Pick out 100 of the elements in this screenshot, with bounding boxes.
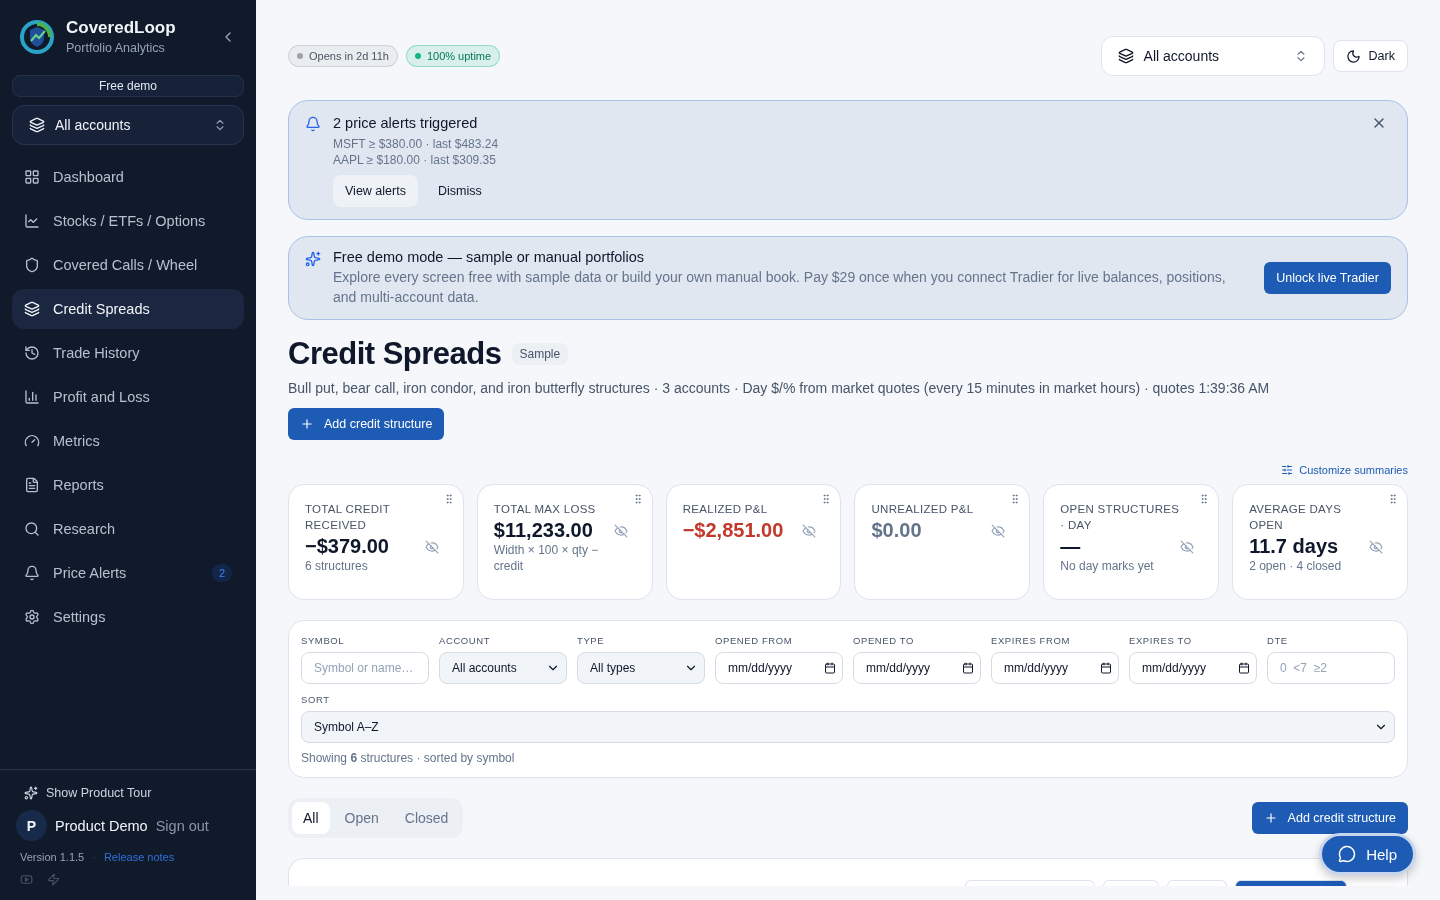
- filter-input[interactable]: 0 <7 ≥2: [1267, 652, 1395, 684]
- calendar-icon: [1100, 662, 1112, 674]
- status-tab[interactable]: Closed: [393, 802, 460, 834]
- nav-item[interactable]: Price Alerts 2: [12, 553, 244, 593]
- card-label: TOTAL MAX LOSS: [493, 502, 597, 517]
- grid-icon: [24, 169, 40, 185]
- settings-icon: [24, 609, 40, 625]
- nav-item[interactable]: Covered Calls / Wheel: [12, 245, 244, 285]
- gauge-icon: [24, 433, 40, 449]
- status-tab[interactable]: Open: [333, 802, 390, 834]
- date-field[interactable]: mm/dd/yyyy: [853, 652, 981, 684]
- bar-chart-icon: [24, 389, 40, 405]
- count-badge: 2: [211, 564, 232, 582]
- theme-button[interactable]: Dark: [1332, 40, 1408, 72]
- alert-line: MSFT ≥ $380.00 · last $483.24: [333, 137, 500, 151]
- filter-select[interactable]: All types: [577, 652, 705, 684]
- version-label: Version 1.1.5: [20, 851, 85, 863]
- product-tour-link[interactable]: Show Product Tour: [24, 786, 240, 800]
- filter-select[interactable]: All accounts: [439, 652, 567, 684]
- partial-control[interactable]: [1103, 880, 1159, 886]
- search-icon: [24, 521, 40, 537]
- help-button[interactable]: Help: [1319, 833, 1416, 875]
- document-icon: [24, 477, 40, 493]
- chat-bubble-icon: [1338, 845, 1357, 863]
- nav-item[interactable]: Profit and Loss: [12, 377, 244, 417]
- brand-tagline: Portfolio Analytics: [66, 41, 166, 55]
- nav-item[interactable]: Dashboard: [12, 157, 244, 197]
- card-note: No day marks yet: [1060, 558, 1155, 574]
- status-pill: Opens in 2d 11h: [288, 45, 398, 67]
- card-note: 2 open · 4 closed: [1249, 558, 1343, 574]
- partial-control[interactable]: [1167, 880, 1227, 886]
- nav-item[interactable]: Metrics: [12, 421, 244, 461]
- filter-input[interactable]: Symbol or name…: [301, 652, 429, 684]
- hide-icon[interactable]: [802, 523, 817, 538]
- sign-out-link[interactable]: Sign out: [155, 817, 209, 834]
- account-picker[interactable]: All accounts: [12, 105, 244, 145]
- sort-select[interactable]: Symbol A–Z: [301, 711, 1395, 743]
- filter-label: SYMBOL: [301, 635, 346, 646]
- layers-icon: [1117, 48, 1134, 64]
- video-icon[interactable]: [20, 873, 33, 886]
- drag-handle-icon[interactable]: [1387, 493, 1399, 505]
- hide-icon[interactable]: [613, 523, 628, 538]
- page-subtitle: Bull put, bear call, iron condor, and iron butterfly structures · 3 accounts · Day $/% from market quotes (every 15 minutes in market hours) · quotes 1:39:36 AM: [288, 380, 1271, 396]
- nav-item[interactable]: Reports: [12, 465, 244, 505]
- unlock-button[interactable]: Unlock live Tradier: [1264, 262, 1391, 294]
- date-field[interactable]: mm/dd/yyyy: [715, 652, 843, 684]
- partial-control[interactable]: [965, 880, 1095, 886]
- result-summary: Showing 6 structures · sorted by symbol: [301, 751, 516, 765]
- hide-icon[interactable]: [1180, 539, 1195, 554]
- sparkle-icon: [24, 786, 38, 800]
- bolt-icon[interactable]: [47, 873, 60, 886]
- card-label: AVERAGE DAYS OPEN: [1249, 502, 1343, 533]
- alert-title: 2 price alerts triggered: [333, 115, 479, 131]
- nav-item[interactable]: Credit Spreads: [12, 289, 244, 329]
- card-value: 11.7 days: [1249, 535, 1339, 558]
- filter-label: EXPIRES FROM: [991, 635, 1071, 646]
- add-structure-button[interactable]: Add credit structure: [288, 408, 445, 440]
- nav-item[interactable]: Research: [12, 509, 244, 549]
- customize-link[interactable]: Customize summaries: [1281, 464, 1408, 476]
- calendar-icon: [824, 662, 836, 674]
- hide-icon[interactable]: [991, 523, 1006, 538]
- add-structure-button[interactable]: Add credit structure: [1251, 802, 1408, 834]
- nav-item[interactable]: Settings: [12, 597, 244, 637]
- sparkle-icon: [305, 251, 321, 267]
- shield-icon: [24, 257, 40, 273]
- date-field[interactable]: mm/dd/yyyy: [991, 652, 1119, 684]
- date-field[interactable]: mm/dd/yyyy: [1129, 652, 1257, 684]
- filter-label: EXPIRES TO: [1129, 635, 1193, 646]
- card-note: 6 structures: [305, 558, 369, 574]
- status-tab[interactable]: All: [292, 802, 330, 834]
- nav-item[interactable]: Trade History: [12, 333, 244, 373]
- alert-line: AAPL ≥ $180.00 · last $309.35: [333, 153, 497, 167]
- card-value: −$2,851.00: [682, 519, 784, 542]
- plus-icon: [300, 417, 314, 431]
- filter-label: ACCOUNT: [439, 635, 492, 646]
- account-picker[interactable]: All accounts: [1100, 36, 1325, 76]
- calendar-icon: [962, 662, 974, 674]
- card-label: REALIZED P&L: [682, 502, 769, 517]
- user-name: Product Demo: [55, 817, 148, 834]
- page-title: Credit Spreads: [288, 336, 502, 372]
- line-chart-icon: [24, 213, 40, 229]
- user-avatar: P: [16, 810, 47, 841]
- filter-label: OPENED FROM: [715, 635, 794, 646]
- dismiss-button[interactable]: Dismiss: [425, 175, 494, 207]
- release-notes-link[interactable]: Release notes: [103, 851, 175, 863]
- card-value: —: [1060, 535, 1081, 558]
- card-value: $11,233.00: [493, 519, 593, 542]
- hide-icon[interactable]: [424, 539, 439, 554]
- view-alerts-button[interactable]: View alerts: [333, 175, 418, 207]
- card-label: OPEN STRUCTURES · DAY: [1060, 502, 1181, 533]
- partial-button[interactable]: [1235, 880, 1347, 886]
- filter-label: SORT: [301, 694, 331, 705]
- nav-item[interactable]: Stocks / ETFs / Options: [12, 201, 244, 241]
- demo-title: Free demo mode — sample or manual portfolios: [333, 249, 646, 265]
- layers-icon: [29, 117, 45, 133]
- calendar-icon: [1238, 662, 1250, 674]
- hide-icon[interactable]: [1369, 539, 1383, 554]
- layers-icon: [24, 301, 40, 317]
- separator-dot: ·: [92, 851, 96, 863]
- card-label: TOTAL CREDIT RECEIVED: [305, 502, 391, 533]
